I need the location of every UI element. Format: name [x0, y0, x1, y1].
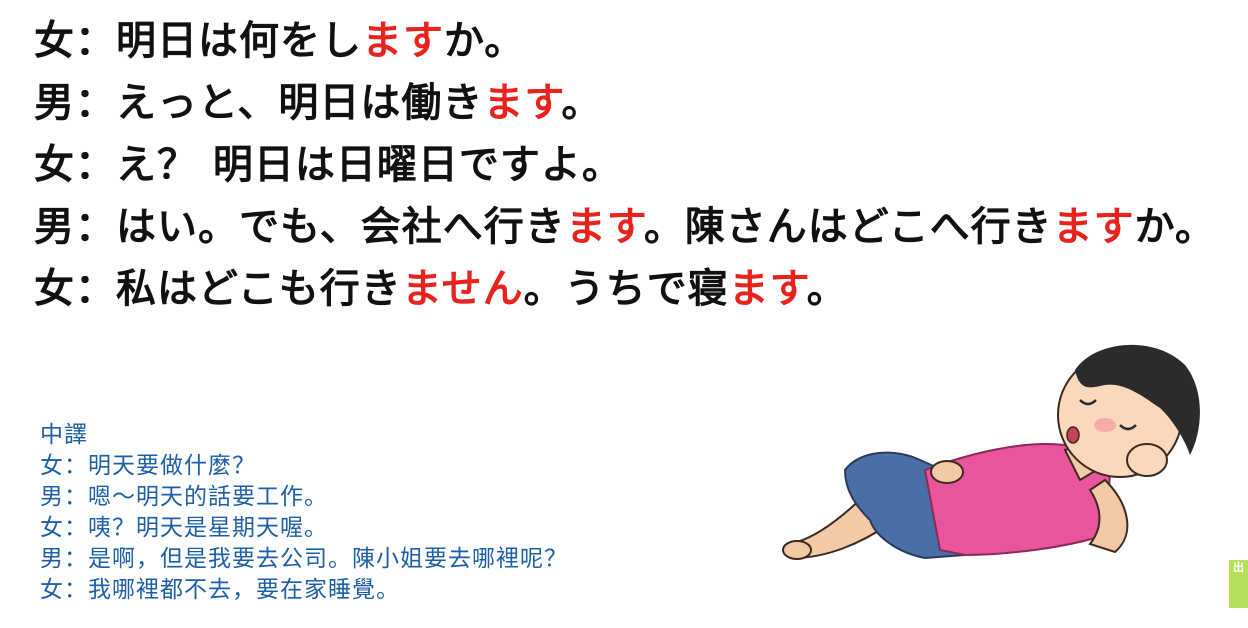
- translation-line: 女：明天要做什麼？: [40, 453, 256, 479]
- dialogue-line: 女：え？ 明日は日曜日ですよ。: [34, 134, 1244, 196]
- speaker-label: 女: [34, 266, 75, 312]
- translation-heading: 中譯: [40, 422, 88, 448]
- dialogue: 女：明日は何をしますか。 男：えっと、明日は働きます。 女：え？ 明日は日曜日ですよ…: [34, 10, 1244, 320]
- sleeping-person-icon: [782, 344, 1200, 560]
- highlighted-ending: ます: [362, 18, 444, 64]
- dialogue-text: えっと、明日は働き: [116, 80, 484, 126]
- dialogue-text: 。: [561, 80, 603, 126]
- highlighted-ending: ます: [483, 80, 562, 126]
- dialogue-text: 。陳さんはどこへ行き: [643, 204, 1053, 250]
- highlighted-ending: ます: [1052, 204, 1135, 250]
- dialogue-text: はい。でも、会社へ行き: [116, 204, 566, 250]
- dialogue-line: 女：私はどこも行きません。うちで寝ます。: [34, 258, 1244, 320]
- speaker-label: 女: [34, 18, 75, 64]
- highlighted-ending: ません: [401, 266, 524, 312]
- translation-block: 中譯 女：明天要做什麼？ 男：嗯～明天的話要工作。 女：咦？明天是星期天喔。 男…: [40, 420, 568, 606]
- speaker-separator: ：: [75, 266, 116, 312]
- dialogue-line: 男：えっと、明日は働きます。: [34, 72, 1244, 134]
- dialogue-text: 明日は何をし: [116, 18, 362, 64]
- translation-line: 女：我哪裡都不去，要在家睡覺。: [40, 577, 400, 603]
- dialogue-text: か。: [444, 18, 526, 64]
- speaker-label: 男: [34, 80, 75, 126]
- side-tab[interactable]: 出: [1229, 560, 1248, 608]
- speaker-separator: ：: [75, 142, 116, 188]
- translation-line: 男：嗯～明天的話要工作。: [40, 484, 328, 510]
- translation-line: 男：是啊，但是我要去公司。陳小姐要去哪裡呢？: [40, 546, 568, 572]
- highlighted-ending: ます: [565, 204, 644, 250]
- speaker-label: 女: [34, 142, 75, 188]
- speaker-label: 男: [34, 204, 75, 250]
- dialogue-text: 私はどこも行き: [116, 266, 402, 312]
- dialogue-text: 。: [806, 266, 848, 312]
- speaker-separator: ：: [75, 204, 116, 250]
- speaker-separator: ：: [75, 80, 116, 126]
- dialogue-line: 男：はい。でも、会社へ行きます。陳さんはどこへ行きますか。: [34, 196, 1244, 258]
- dialogue-text: か。: [1134, 204, 1216, 250]
- dialogue-text: 。うちで寝: [523, 266, 729, 312]
- dialogue-line: 女：明日は何をしますか。: [34, 10, 1244, 72]
- speaker-separator: ：: [75, 18, 116, 64]
- highlighted-ending: ます: [728, 266, 807, 312]
- translation-line: 女：咦？明天是星期天喔。: [40, 515, 328, 541]
- dialogue-text: え？ 明日は日曜日ですよ。: [116, 142, 623, 188]
